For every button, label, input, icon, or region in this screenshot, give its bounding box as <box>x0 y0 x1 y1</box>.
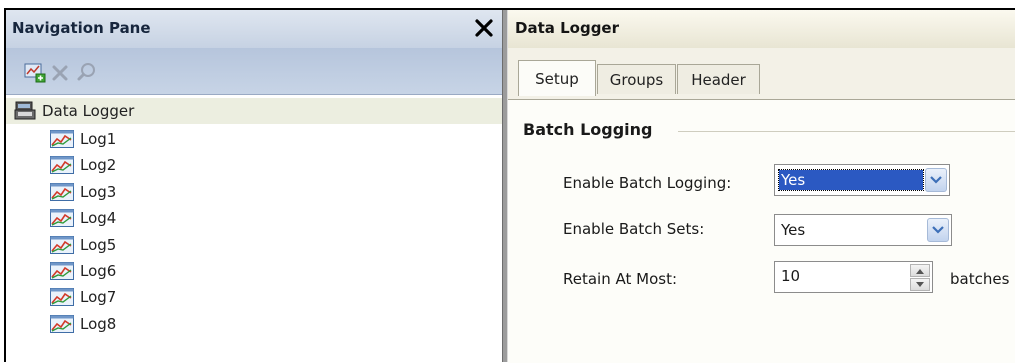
navigation-toolbar <box>6 48 502 95</box>
log-chart-icon <box>50 314 74 333</box>
add-log-button[interactable] <box>24 61 46 83</box>
log-chart-icon <box>50 182 74 201</box>
delete-icon <box>52 65 68 81</box>
tree-item-log[interactable]: Log4 <box>50 206 116 230</box>
delete-button[interactable] <box>50 61 72 83</box>
enable-batch-logging-select[interactable]: Yes <box>774 164 950 196</box>
batch-logging-group-title: Batch Logging <box>523 120 663 139</box>
tree-item-label: Log5 <box>80 235 117 254</box>
chevron-down-icon <box>930 176 942 184</box>
tab-header[interactable]: Header <box>677 64 760 94</box>
tree-item-log[interactable]: Log5 <box>50 233 116 257</box>
log-chart-icon <box>50 262 74 280</box>
search-button[interactable] <box>76 61 98 83</box>
retain-at-most-stepper[interactable]: 10 <box>774 261 933 293</box>
navigation-pane-title: Navigation Pane <box>12 19 151 37</box>
log-chart-icon <box>50 209 74 228</box>
panel-title: Data Logger <box>515 19 619 37</box>
tree-item-label: Log1 <box>80 130 117 148</box>
tree-item-label: Log3 <box>80 182 117 201</box>
tree-item-label: Data Logger <box>42 102 135 120</box>
log-chart-icon <box>50 130 74 148</box>
enable-batch-sets-value: Yes <box>781 221 806 239</box>
retain-at-most-value: 10 <box>781 267 801 285</box>
data-logger-icon <box>14 101 36 120</box>
tree-item-label: Log8 <box>80 314 117 333</box>
close-icon <box>475 19 493 37</box>
tab-groups[interactable]: Groups <box>597 64 676 94</box>
tree-item-log[interactable]: Log7 <box>50 285 116 309</box>
tree-item-label: Log4 <box>80 209 117 228</box>
log-chart-icon <box>50 288 74 307</box>
caret-up-icon <box>916 269 924 274</box>
group-divider <box>678 131 1015 132</box>
tab-strip: Setup Groups Header <box>508 48 1015 100</box>
panel-header: Data Logger <box>508 10 1015 48</box>
chevron-down-icon <box>932 226 944 234</box>
increment-button[interactable] <box>910 264 930 277</box>
tree-item-log[interactable]: Log6 <box>50 259 116 283</box>
tree-item-label: Log7 <box>80 288 117 307</box>
tree-item-log[interactable]: Log3 <box>50 180 116 204</box>
setup-tab-body: Batch Logging Enable Batch Logging: Yes … <box>508 99 1015 363</box>
tree-item-label: Log2 <box>80 156 117 175</box>
log-chart-icon <box>50 156 74 175</box>
dropdown-button[interactable] <box>925 168 947 192</box>
search-icon <box>77 63 95 81</box>
retain-at-most-label: Retain At Most: <box>563 270 678 288</box>
navigation-pane-header: Navigation Pane <box>6 10 502 48</box>
tree-item-log[interactable]: Log1 <box>50 127 116 151</box>
tree-item-data-logger[interactable]: Data Logger <box>14 99 134 123</box>
close-pane-button[interactable] <box>472 15 496 41</box>
dropdown-button[interactable] <box>927 218 949 242</box>
enable-batch-sets-label: Enable Batch Sets: <box>563 220 705 238</box>
decrement-button[interactable] <box>910 278 930 291</box>
log-chart-icon <box>50 235 74 254</box>
tab-setup[interactable]: Setup <box>518 60 596 96</box>
caret-down-icon <box>916 282 924 287</box>
tree-item-log[interactable]: Log8 <box>50 312 116 336</box>
data-logger-panel: Data Logger Setup Groups Header Batch Lo… <box>508 10 1015 363</box>
add-log-icon <box>24 63 46 83</box>
tree-item-label: Log6 <box>80 262 117 280</box>
enable-batch-logging-label: Enable Batch Logging: <box>563 174 732 192</box>
enable-batch-sets-select[interactable]: Yes <box>774 214 952 246</box>
enable-batch-logging-value: Yes <box>778 169 924 191</box>
retain-unit-label: batches <box>950 270 1010 288</box>
tree-item-log[interactable]: Log2 <box>50 153 116 177</box>
navigation-pane: Navigation Pane Data Logger Log1 Log2 Lo… <box>6 10 502 362</box>
